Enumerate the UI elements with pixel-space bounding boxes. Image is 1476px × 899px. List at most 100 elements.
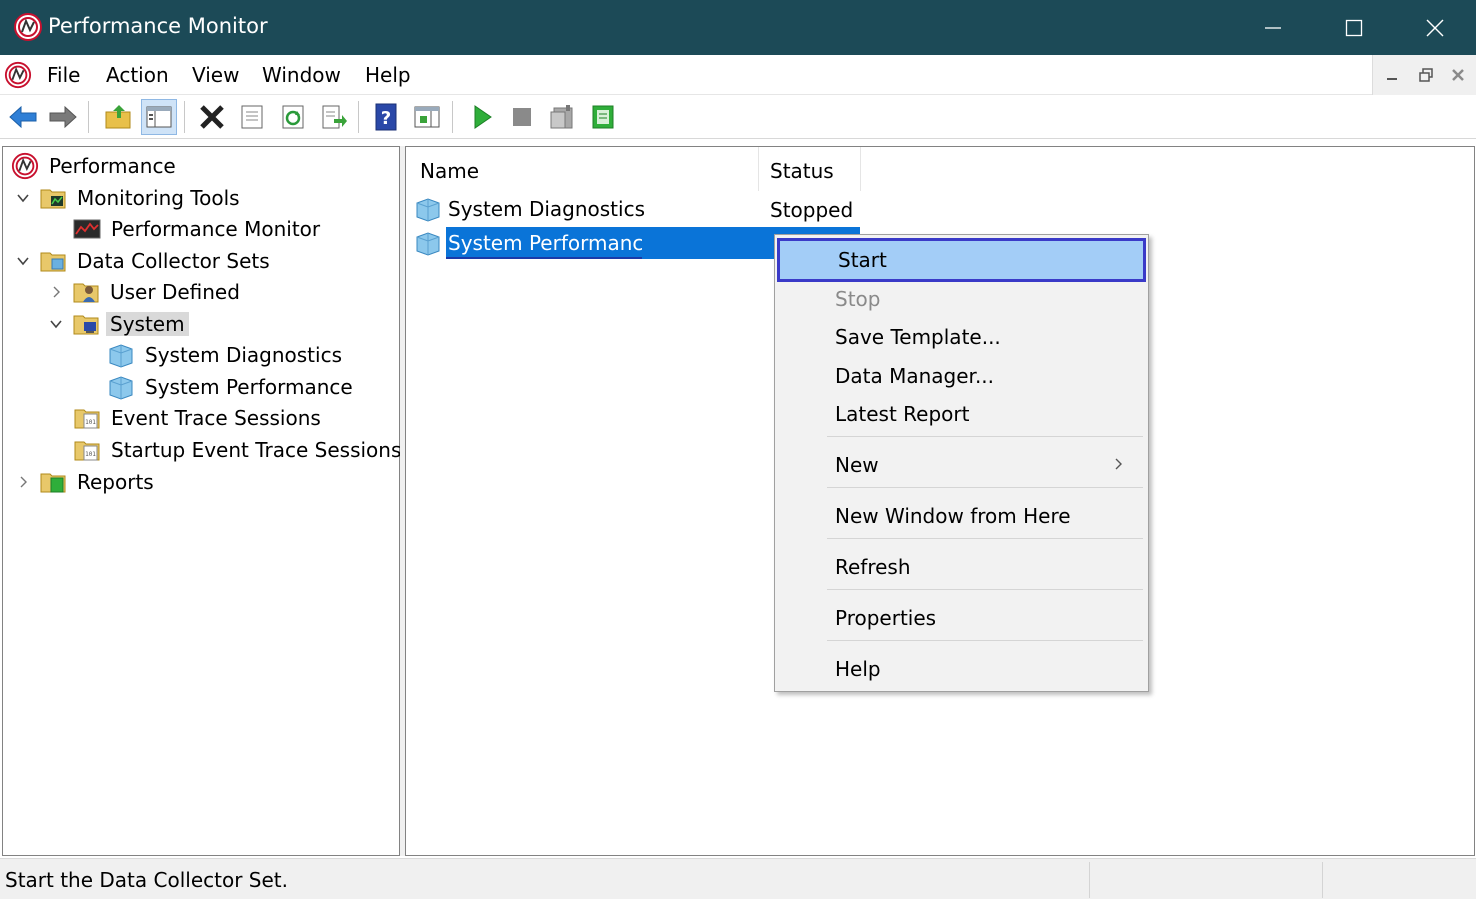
delete-icon	[200, 105, 224, 129]
up-one-level-button[interactable]	[100, 99, 136, 135]
context-menu: Start Stop Save Template... Data Manager…	[774, 234, 1149, 692]
menu-item-label: Help	[835, 657, 881, 681]
tree-item-startup-event-trace-sessions[interactable]: 101 Startup Event Trace Sessions	[73, 435, 405, 465]
tree-item-performance-monitor[interactable]: Performance Monitor	[73, 214, 324, 244]
chevron-right-icon[interactable]	[13, 472, 33, 492]
mdi-controls	[1372, 55, 1476, 95]
tree-label: Performance	[49, 154, 176, 178]
mdi-minimize-button[interactable]	[1377, 61, 1407, 89]
status-bar: Start the Data Collector Set.	[0, 858, 1476, 899]
menu-separator	[827, 589, 1143, 590]
status-text: Start the Data Collector Set.	[5, 868, 288, 892]
start-icon	[474, 105, 492, 129]
new-data-collector-set-button[interactable]	[585, 99, 621, 135]
tree-item-event-trace-sessions[interactable]: 101 Event Trace Sessions	[73, 403, 325, 433]
properties-icon	[241, 105, 263, 129]
tree-item-system-performance[interactable]: System Performance	[107, 372, 357, 402]
folder-trace-icon: 101	[74, 409, 100, 429]
latest-report-icon	[550, 105, 573, 129]
maximize-button[interactable]	[1314, 0, 1394, 55]
folder-user-icon	[73, 283, 99, 303]
back-arrow-icon	[9, 105, 37, 129]
menu-item-data-manager[interactable]: Data Manager...	[777, 357, 1146, 395]
menu-action[interactable]: Action	[106, 63, 169, 87]
chevron-down-icon[interactable]	[13, 251, 33, 271]
menu-item-stop[interactable]: Stop	[777, 280, 1146, 318]
tree-label: Monitoring Tools	[77, 186, 240, 210]
menu-separator	[827, 436, 1143, 437]
menu-separator	[827, 538, 1143, 539]
minimize-button[interactable]	[1233, 0, 1313, 55]
tree-label: Startup Event Trace Sessions	[111, 438, 402, 462]
menu-bar: File Action View Window Help	[0, 55, 1476, 95]
help-button[interactable]: ?	[368, 99, 404, 135]
export-list-button[interactable]	[316, 99, 352, 135]
data-collector-set-icon	[109, 344, 133, 368]
show-hide-console-tree-button[interactable]	[141, 99, 177, 135]
chevron-down-icon[interactable]	[13, 188, 33, 208]
folder-report-icon	[40, 473, 66, 493]
menu-item-start[interactable]: Start	[777, 238, 1146, 282]
maximize-icon	[1345, 19, 1363, 36]
perfmon-icon[interactable]	[4, 61, 32, 89]
mdi-close-button[interactable]	[1443, 61, 1473, 89]
start-button[interactable]	[464, 99, 500, 135]
tree-label: System Diagnostics	[145, 343, 342, 367]
menu-item-save-template[interactable]: Save Template...	[777, 318, 1146, 356]
menu-help[interactable]: Help	[365, 63, 411, 87]
svg-text:101: 101	[85, 451, 96, 458]
chevron-right-icon[interactable]	[46, 282, 66, 302]
menu-item-label: Refresh	[835, 555, 911, 579]
tree-item-user-defined[interactable]: User Defined	[46, 277, 244, 307]
tree-item-monitoring-tools[interactable]: Monitoring Tools	[13, 183, 244, 213]
refresh-button[interactable]	[275, 99, 311, 135]
tree-item-performance[interactable]: Performance	[11, 151, 180, 181]
data-collector-set-icon	[416, 232, 440, 256]
tree-label: System Performance	[145, 375, 353, 399]
forward-button[interactable]	[45, 99, 81, 135]
menu-item-help[interactable]: Help	[777, 650, 1146, 688]
chevron-down-icon[interactable]	[46, 314, 66, 334]
folder-chart-icon	[40, 189, 66, 209]
up-folder-icon	[105, 105, 131, 129]
latest-report-button[interactable]	[544, 99, 580, 135]
menu-item-label: Properties	[835, 606, 937, 630]
close-button[interactable]	[1395, 0, 1475, 55]
back-button[interactable]	[5, 99, 41, 135]
menu-item-refresh[interactable]: Refresh	[777, 548, 1146, 586]
menu-item-properties[interactable]: Properties	[777, 599, 1146, 637]
menu-item-label: Start	[838, 248, 887, 272]
list-item[interactable]: System Performance	[414, 227, 664, 259]
column-divider[interactable]	[860, 147, 861, 191]
toolbar: ?	[0, 95, 1476, 139]
tree-item-system-diagnostics[interactable]: System Diagnostics	[107, 340, 346, 370]
toolbar-separator	[88, 101, 89, 133]
stop-button[interactable]	[504, 99, 540, 135]
tree-item-reports[interactable]: Reports	[13, 467, 158, 497]
tree-label: Reports	[77, 470, 154, 494]
close-icon	[1426, 19, 1444, 36]
mdi-restore-button[interactable]	[1411, 61, 1441, 89]
menu-item-new[interactable]: New	[777, 446, 1146, 484]
column-header-status[interactable]: Status	[770, 159, 834, 183]
column-divider[interactable]	[758, 147, 759, 191]
tree-item-system[interactable]: System	[46, 309, 189, 339]
forward-arrow-icon	[49, 105, 77, 129]
list-item[interactable]: System Diagnostics	[414, 193, 653, 225]
perfmon-icon	[14, 13, 42, 41]
column-header-name[interactable]: Name	[420, 159, 479, 183]
menu-file[interactable]: File	[47, 63, 80, 87]
show-hide-action-pane-button[interactable]	[409, 99, 445, 135]
tree-item-data-collector-sets[interactable]: Data Collector Sets	[13, 246, 274, 276]
menu-view[interactable]: View	[192, 63, 239, 87]
menu-item-latest-report[interactable]: Latest Report	[777, 395, 1146, 433]
menu-item-label: Latest Report	[835, 402, 970, 426]
menu-window[interactable]: Window	[262, 63, 341, 87]
toolbar-separator	[358, 101, 359, 133]
delete-button[interactable]	[194, 99, 230, 135]
menu-separator	[827, 640, 1143, 641]
title-bar: Performance Monitor	[0, 0, 1476, 55]
properties-button[interactable]	[234, 99, 270, 135]
menu-item-label: New	[835, 453, 879, 477]
menu-item-new-window-from-here[interactable]: New Window from Here	[777, 497, 1146, 535]
